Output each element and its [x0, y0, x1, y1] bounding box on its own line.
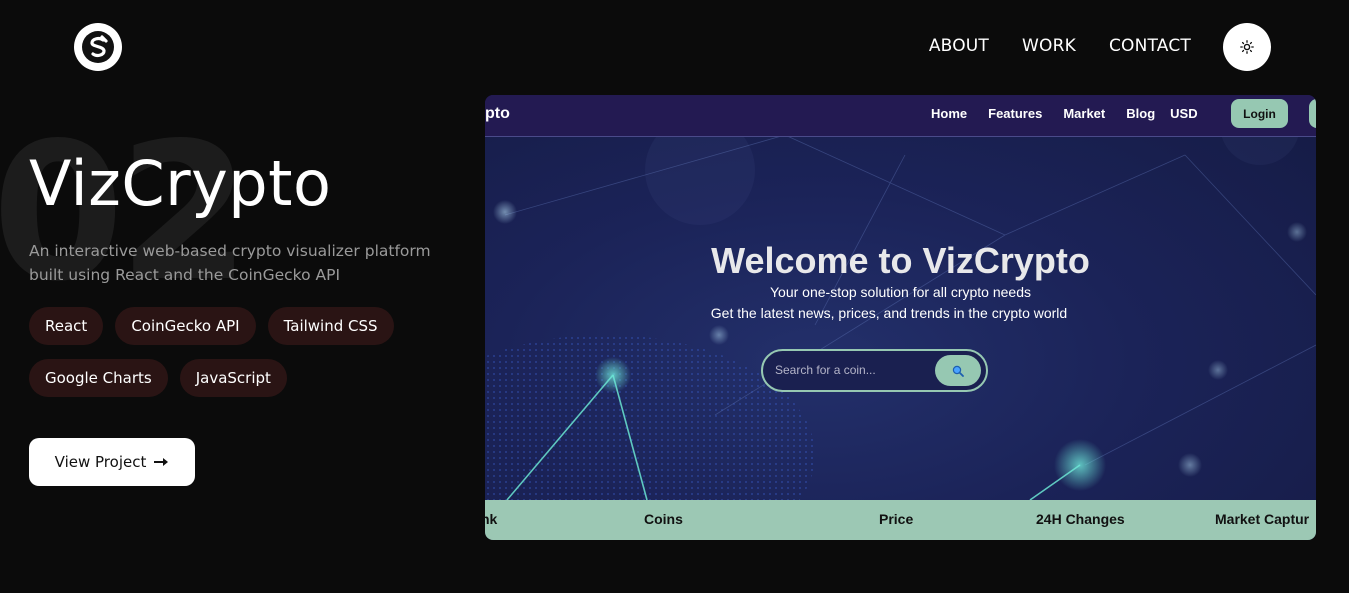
preview-search-placeholder: Search for a coin...: [775, 363, 876, 377]
preview-col-price: Price: [879, 511, 914, 527]
tag-google-charts: Google Charts: [29, 359, 168, 397]
preview-brand: pto: [485, 105, 510, 122]
project-description: An interactive web-based crypto visualiz…: [29, 242, 431, 284]
nav-work[interactable]: WORK: [1022, 36, 1076, 56]
project-preview-screenshot[interactable]: pto Home Features Market Blog USD Login …: [485, 95, 1316, 540]
preview-login-button: Login: [1231, 99, 1288, 128]
tag-react: React: [29, 307, 104, 345]
theme-toggle-button[interactable]: [1223, 23, 1271, 71]
magnifier-icon: [952, 365, 964, 377]
preview-col-marketcap: Market Captur: [1215, 511, 1310, 527]
tag-javascript: JavaScript: [179, 359, 287, 397]
preview-menu-features: Features: [988, 106, 1043, 121]
sun-icon: [1240, 40, 1254, 54]
view-project-label: View Project: [54, 453, 147, 471]
tag-coingecko-api: CoinGecko API: [115, 307, 256, 345]
tech-tags: React CoinGecko API Tailwind CSS Google …: [29, 307, 429, 397]
project-title: VizCrypto: [29, 147, 332, 220]
preview-menu: Home Features Market Blog USD: [931, 106, 1198, 121]
logo[interactable]: [74, 23, 122, 71]
preview-search-bar: Search for a coin...: [761, 349, 988, 392]
preview-col-rank: nk: [485, 511, 498, 527]
preview-welcome-heading: Welcome to VizCrypto: [711, 240, 1090, 281]
preview-signup-button-partial: [1309, 99, 1316, 128]
preview-menu-currency: USD: [1170, 106, 1198, 121]
preview-search-button: [935, 355, 981, 386]
arrow-right-icon: [154, 458, 169, 466]
main-nav: ABOUT WORK CONTACT: [929, 36, 1191, 56]
preview-menu-blog: Blog: [1126, 106, 1156, 121]
preview-subtitle-1: Your one-stop solution for all crypto ne…: [770, 284, 1031, 300]
nav-about[interactable]: ABOUT: [929, 36, 989, 56]
tag-tailwind-css: Tailwind CSS: [267, 307, 394, 345]
preview-menu-home: Home: [931, 106, 968, 121]
nav-contact[interactable]: CONTACT: [1109, 36, 1191, 56]
preview-table-header: nk Coins Price 24H Changes Market Captur: [485, 500, 1316, 540]
preview-col-coins: Coins: [644, 511, 683, 527]
preview-subtitle-2: Get the latest news, prices, and trends …: [710, 305, 1068, 321]
preview-menu-market: Market: [1063, 106, 1106, 121]
preview-col-24h: 24H Changes: [1036, 511, 1125, 527]
preview-navbar: pto Home Features Market Blog USD Login: [485, 95, 1316, 137]
svelte-s-logo-icon: [82, 31, 114, 63]
view-project-button[interactable]: View Project: [29, 438, 195, 486]
